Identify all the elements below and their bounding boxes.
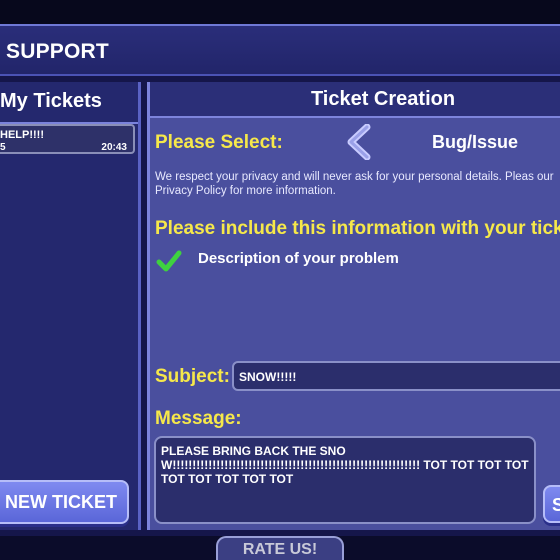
rate-us-label: RATE US! — [242, 541, 318, 558]
ticket-creation-panel: Ticket Creation Please Select: Bug/Issue… — [147, 82, 560, 530]
ticket-status: 5 — [0, 142, 6, 153]
checklist-item-description: Description of your problem — [198, 250, 399, 267]
checkmark-icon — [156, 250, 182, 272]
category-select-value[interactable]: Bug/Issue — [432, 132, 518, 153]
message-label: Message: — [155, 408, 242, 429]
ticket-creation-title: Ticket Creation — [310, 88, 456, 110]
create-new-ticket-button[interactable]: TE NEW TICKET — [0, 480, 129, 524]
message-input[interactable]: PLEASE BRING BACK THE SNOW!!!!!!!!!!!!!!… — [154, 436, 536, 524]
ticket-list-item[interactable]: HELP!!!! 5 20:43 — [0, 124, 135, 154]
chevron-left-icon[interactable] — [345, 124, 373, 160]
subject-value: SNOW!!!!! — [239, 370, 297, 384]
send-button[interactable]: S — [543, 485, 560, 523]
top-status-strip — [0, 0, 560, 24]
subject-label: Subject: — [155, 366, 230, 387]
send-button-label: S — [552, 495, 560, 515]
support-header: SUPPORT — [0, 24, 560, 76]
category-select-label: Please Select: — [155, 132, 283, 153]
subject-input[interactable]: SNOW!!!!! — [232, 361, 560, 391]
include-info-label: Please include this information with you… — [155, 218, 560, 239]
rate-us-button[interactable]: RATE US! — [216, 536, 344, 560]
ticket-creation-titlebar: Ticket Creation — [150, 82, 560, 118]
create-new-ticket-label: TE NEW TICKET — [0, 492, 117, 512]
ticket-subject: HELP!!!! — [0, 129, 44, 141]
my-tickets-title: My Tickets — [0, 90, 102, 112]
page-title: SUPPORT — [6, 40, 109, 63]
privacy-notice: We respect your privacy and will never a… — [155, 171, 554, 197]
ticket-time: 20:43 — [101, 142, 127, 153]
message-value: PLEASE BRING BACK THE SNOW!!!!!!!!!!!!!!… — [161, 444, 532, 486]
my-tickets-panel: My Tickets HELP!!!! 5 20:43 — [0, 82, 141, 530]
